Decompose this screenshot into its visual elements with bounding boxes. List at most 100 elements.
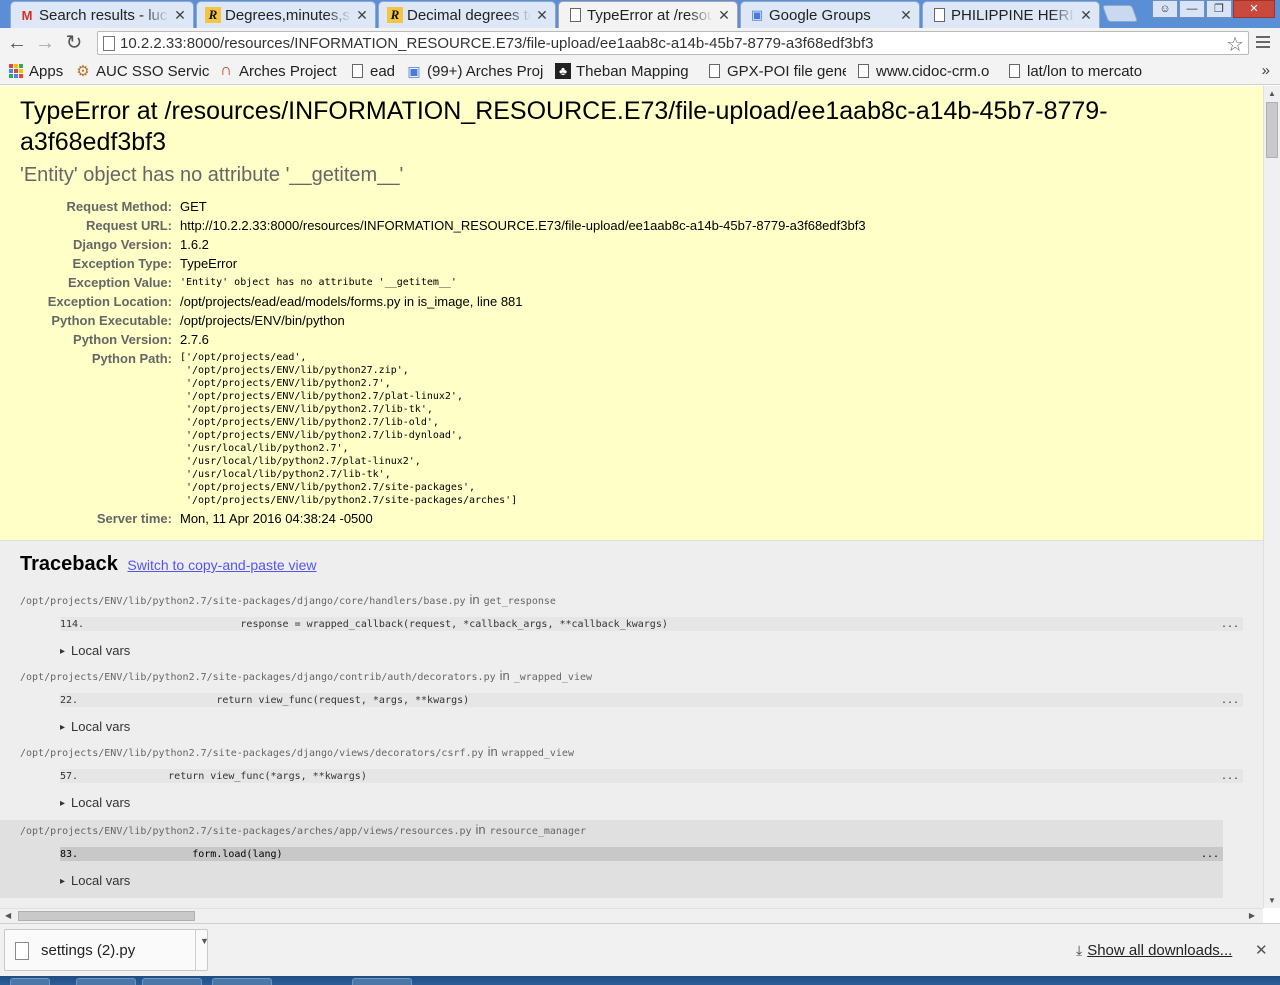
bookmark-label: www.cidoc-crm.o: [876, 62, 990, 80]
tab-title: Google Groups: [769, 6, 871, 24]
bookmark-label: ead: [370, 62, 395, 80]
python-path-entry: '/usr/local/lib/python2.7',: [180, 443, 349, 454]
server-time-value: Mon, 11 Apr 2016 04:38:24 -0500: [180, 511, 373, 526]
taskbar-explorer[interactable]: [76, 978, 136, 985]
bookmark-8[interactable]: lat/lon to mercato: [1006, 61, 1146, 81]
page-icon: [931, 7, 947, 23]
download-file-name[interactable]: settings (2).py: [41, 942, 135, 959]
scroll-up-arrow-icon[interactable]: ▲: [1268, 89, 1276, 98]
vertical-scrollbar[interactable]: ▲ ▼: [1263, 86, 1280, 908]
bookmark-2[interactable]: ∩ Arches Project: [218, 61, 340, 81]
python-path-entry: '/opt/projects/ENV/lib/python2.7/site-pa…: [180, 482, 476, 493]
theban-mapping-icon: ♣: [555, 63, 571, 79]
meta-label: Python Version:: [73, 332, 172, 347]
meta-label: Python Executable:: [51, 313, 172, 328]
bookmark-6[interactable]: GPX-POI file gene: [706, 61, 846, 81]
meta-row: Exception Location: /opt/projects/ead/ead…: [20, 292, 866, 311]
tab-close-icon[interactable]: ✕: [899, 7, 913, 24]
local-vars-toggle[interactable]: Local vars: [60, 873, 1223, 888]
tab-5[interactable]: PHILIPPINE HERITA✕: [922, 1, 1100, 28]
frame-context-line[interactable]: 57. return view_func(*args, **kwargs)...: [60, 769, 1243, 783]
meta-row: Request URL: http://10.2.2.33:8000/resour…: [20, 216, 866, 235]
python-path-entry: '/opt/projects/ENV/lib/python27.zip',: [180, 365, 409, 376]
frame-file-path: /opt/projects/ENV/lib/python2.7/site-pac…: [20, 748, 484, 759]
expand-context-dots[interactable]: ...: [1219, 771, 1243, 782]
url-text[interactable]: 10.2.2.33:8000/resources/INFORMATION_RES…: [120, 35, 874, 52]
expand-context-dots[interactable]: ...: [1219, 695, 1243, 706]
tab-1[interactable]: R Degrees,minutes,se ✕: [196, 1, 376, 28]
new-tab-button[interactable]: [1101, 5, 1139, 22]
bookmark-7[interactable]: www.cidoc-crm.o: [855, 61, 995, 81]
local-vars-toggle[interactable]: Local vars: [60, 643, 1243, 658]
scroll-left-arrow-icon[interactable]: ◀: [5, 911, 11, 920]
frame-context-line[interactable]: 22. return view_func(request, *args, **k…: [60, 693, 1243, 707]
switch-view-link[interactable]: Switch to copy-and-paste view: [127, 557, 316, 573]
error-message: 'Entity' object has no attribute '__geti…: [20, 164, 404, 186]
taskbar-chrome[interactable]: [212, 978, 272, 985]
expand-context-dots[interactable]: ...: [1219, 619, 1243, 630]
bookmark-0[interactable]: Apps: [8, 61, 66, 81]
frame-context-line[interactable]: 83. form.load(lang)...: [60, 847, 1223, 861]
python-path-value: ['/opt/projects/ead', '/opt/projects/ENV…: [180, 351, 866, 507]
close-downloads-icon[interactable]: ✕: [1255, 941, 1268, 959]
gear-badge-icon: ⚙: [76, 63, 90, 80]
bookmark-5[interactable]: ♣ Theban Mapping: [555, 61, 693, 81]
scroll-down-arrow-icon[interactable]: ▼: [1268, 896, 1276, 905]
meta-value: http://10.2.2.33:8000/resources/INFORMAT…: [180, 218, 866, 233]
tab-close-icon[interactable]: ✕: [173, 7, 187, 24]
bookmark-4[interactable]: ▣ (99+) Arches Proj: [406, 61, 546, 81]
tab-3[interactable]: TypeError at /resou ✕: [558, 1, 738, 28]
tab-close-icon[interactable]: ✕: [1079, 7, 1093, 24]
download-menu-caret-icon[interactable]: ▼: [200, 936, 209, 946]
bookmarks-bar: Apps ⚙ AUC SSO Service ∩ Arches Project ead ▣ (…: [0, 58, 1280, 85]
chrome-menu-button[interactable]: [1254, 33, 1272, 53]
taskbar-editor[interactable]: [352, 978, 412, 985]
start-button[interactable]: [10, 978, 50, 985]
reload-button[interactable]: ↻: [62, 31, 86, 55]
server-time-label: Server time:: [96, 511, 172, 526]
meta-value: GET: [180, 199, 207, 214]
bookmark-1[interactable]: ⚙ AUC SSO Service: [75, 61, 210, 81]
server-time-row: Server time: Mon, 11 Apr 2016 04:38:24 -…: [20, 509, 866, 528]
expand-context-dots[interactable]: ...: [1199, 849, 1223, 860]
local-vars-toggle[interactable]: Local vars: [60, 719, 1243, 734]
bookmark-label: GPX-POI file gene: [727, 62, 846, 80]
python-path-entry: '/opt/projects/ENV/lib/python2.7/lib-old…: [180, 417, 439, 428]
scroll-right-arrow-icon[interactable]: ▶: [1249, 911, 1255, 920]
bookmarks-overflow-icon[interactable]: »: [1262, 62, 1270, 79]
traceback-frame: /opt/projects/ENV/lib/python2.7/site-pac…: [20, 668, 1243, 744]
bookmark-3[interactable]: ead: [349, 61, 395, 81]
download-item[interactable]: settings (2).py ▼: [4, 929, 209, 971]
show-all-downloads-link[interactable]: Show all downloads...: [1087, 942, 1232, 959]
close-window-button[interactable]: ✕: [1233, 0, 1275, 18]
tab-close-icon[interactable]: ✕: [717, 7, 731, 24]
meta-value: 1.6.2: [180, 237, 209, 252]
tab-2[interactable]: R Decimal degrees to ✕: [378, 1, 556, 28]
user-profile-icon[interactable]: ☺: [1152, 0, 1178, 18]
page-icon: [855, 63, 871, 79]
local-vars-toggle[interactable]: Local vars: [60, 795, 1243, 810]
python-path-entry: '/opt/projects/ENV/lib/python2.7',: [180, 378, 391, 389]
vertical-scroll-thumb[interactable]: [1266, 102, 1278, 158]
minimize-button[interactable]: —: [1179, 0, 1205, 18]
tab-close-icon[interactable]: ✕: [355, 7, 369, 24]
browser-toolbar: ← → ↻ 10.2.2.33:8000/resources/INFORMATI…: [0, 28, 1280, 58]
taskbar-firefox[interactable]: [142, 978, 202, 985]
back-button[interactable]: ←: [5, 31, 29, 55]
tab-title: Decimal degrees to: [407, 6, 531, 24]
bookmark-star-icon[interactable]: ☆: [1226, 32, 1244, 57]
tab-close-icon[interactable]: ✕: [535, 7, 549, 24]
address-bar[interactable]: 10.2.2.33:8000/resources/INFORMATION_RES…: [97, 31, 1249, 57]
show-all-downloads[interactable]: ⤓ Show all downloads...: [1076, 942, 1232, 959]
horizontal-scrollbar[interactable]: ◀ ▶: [0, 908, 1263, 923]
restore-button[interactable]: ❐: [1206, 0, 1232, 18]
tab-0[interactable]: M Search results - luc ✕: [10, 1, 194, 28]
frame-file-line: /opt/projects/ENV/lib/python2.7/site-pac…: [20, 668, 1243, 683]
horizontal-scroll-thumb[interactable]: [18, 911, 195, 921]
request-info-table: Request Method: GET Request URL: http://10.…: [20, 197, 866, 528]
traceback-section: Traceback Switch to copy-and-paste view …: [0, 541, 1263, 898]
downloads-bar: settings (2).py ▼ ⤓ Show all downloads..…: [0, 923, 1280, 976]
frame-context-line[interactable]: 114. response = wrapped_callback(request…: [60, 617, 1243, 631]
forward-button[interactable]: →: [33, 31, 57, 55]
tab-4[interactable]: ▣ Google Groups ✕: [740, 1, 920, 28]
